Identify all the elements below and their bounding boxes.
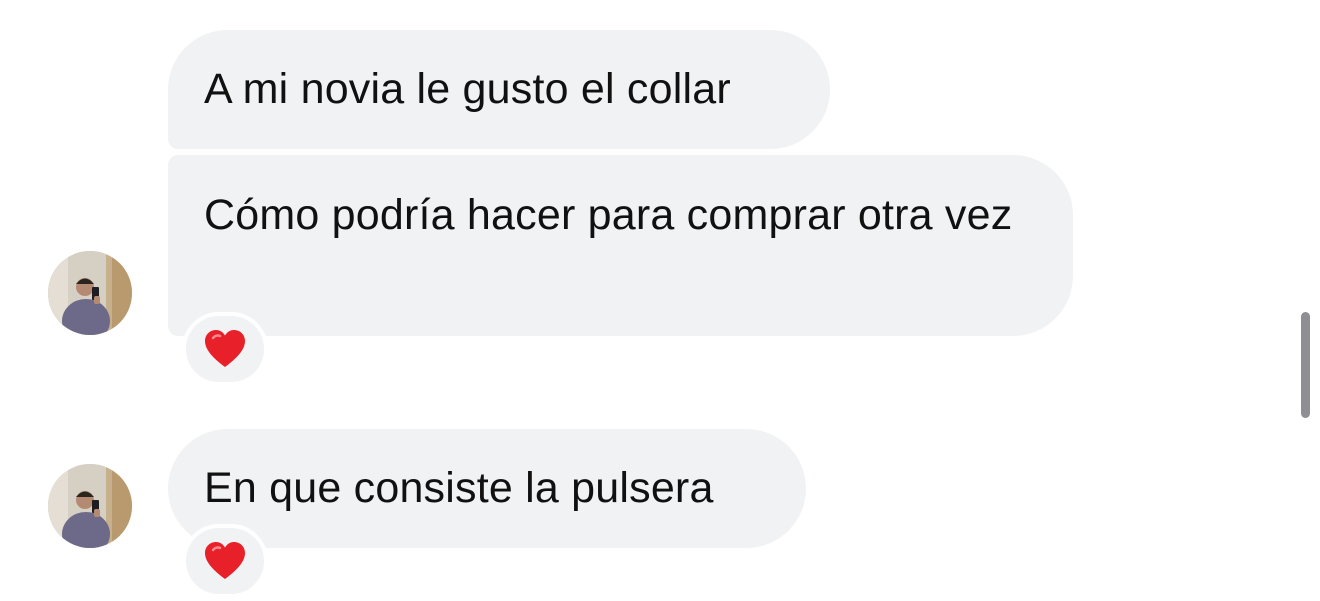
profile-photo <box>48 464 132 548</box>
profile-photo <box>48 251 132 335</box>
message-bubble[interactable]: A mi novia le gusto el collar <box>168 30 830 149</box>
reaction-badge[interactable] <box>182 312 268 386</box>
message-text: A mi novia le gusto el collar <box>204 65 731 113</box>
avatar[interactable] <box>48 464 132 548</box>
message-text: Cómo podría hacer para comprar otra vez <box>204 191 1013 239</box>
message-text: En que consiste la pulsera <box>204 464 714 512</box>
reaction-badge[interactable] <box>182 524 268 598</box>
avatar[interactable] <box>48 251 132 335</box>
red-heart-icon <box>204 329 246 369</box>
red-heart-icon <box>204 541 246 581</box>
message-bubble[interactable]: Cómo podría hacer para comprar otra vez <box>168 155 1073 336</box>
scrollbar[interactable] <box>1301 312 1310 418</box>
message-bubble[interactable]: En que consiste la pulsera <box>168 429 806 548</box>
